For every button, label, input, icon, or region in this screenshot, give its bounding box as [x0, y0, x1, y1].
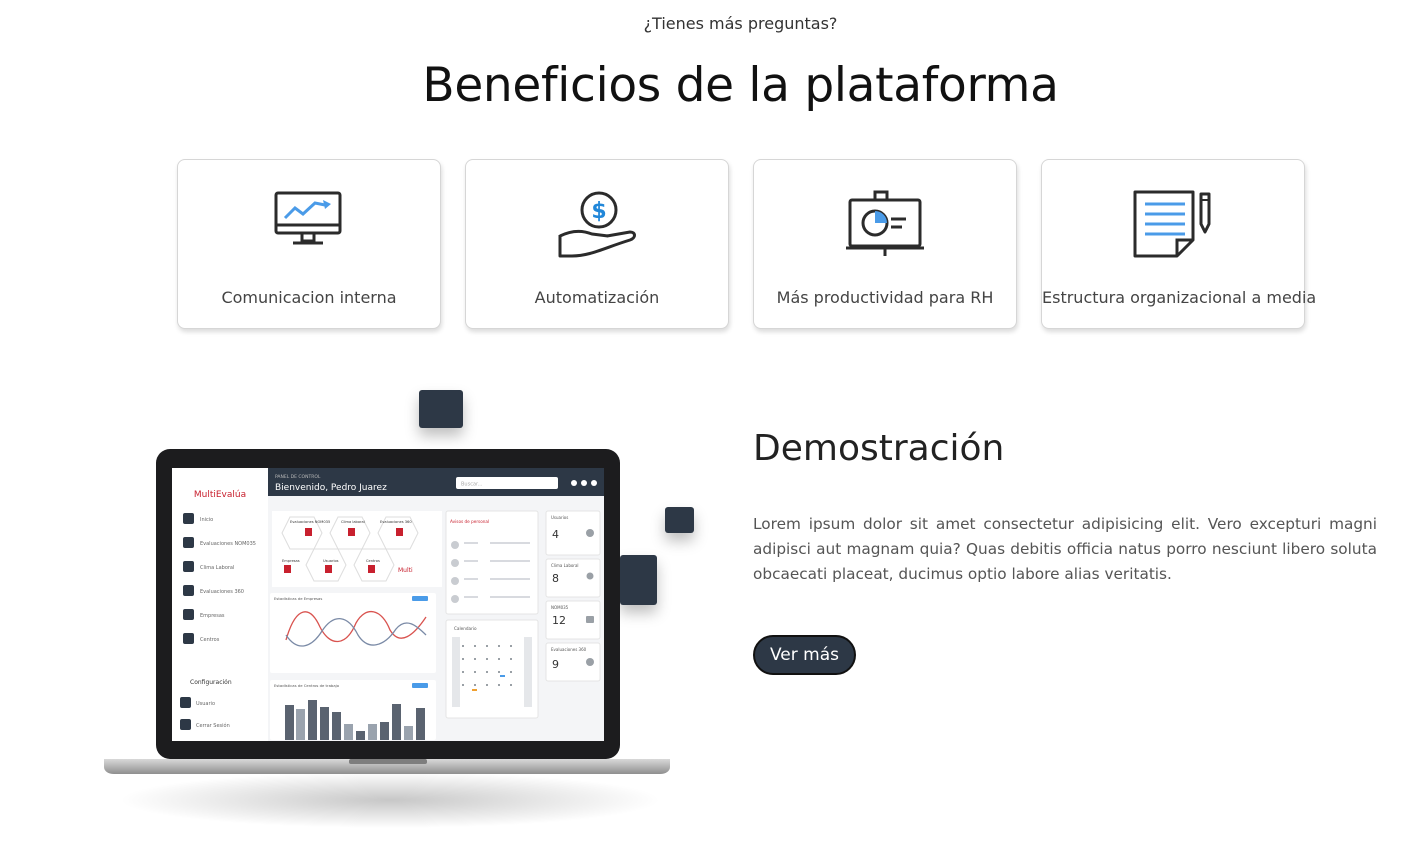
dashboard-stat-value: 4 [552, 528, 559, 541]
dashboard-config-item: Cerrar Sesión [196, 722, 230, 729]
benefit-card-automatizacion: $ Automatización [465, 159, 729, 329]
dashboard-notices-title: Avisos de personal [450, 519, 489, 524]
dashboard-stat-label: Usuarios [551, 515, 568, 520]
benefit-card-estructura: Estructura organizacional a media [1041, 159, 1317, 329]
pre-title: ¿Tienes más preguntas? [643, 14, 838, 33]
dashboard-sidebar-item: Inicio [200, 517, 213, 523]
demo-title: Demostración [753, 428, 1005, 469]
benefit-label: Comunicacion interna [221, 288, 397, 307]
benefits-grid: Comunicacion interna $ Automatización Má… [177, 159, 1317, 329]
svg-text:Multi: Multi [398, 567, 413, 574]
dashboard-search: Buscar... [461, 482, 483, 488]
dashboard-stat-label: Clima Laboral [551, 563, 579, 568]
dashboard-hex-label: Empresas [282, 559, 300, 563]
dashboard-stat-label: NOM035 [551, 605, 569, 610]
dashboard-chart2-title: Estadísticas de Centros de trabajo [274, 683, 340, 688]
demo-description: Lorem ipsum dolor sit amet consectetur a… [753, 515, 1377, 583]
dashboard-chart1-title: Estadísticas de Empresas [274, 596, 322, 601]
dashboard-stat-label: Evaluaciones 360 [551, 647, 587, 652]
benefit-card-productividad: Más productividad para RH [753, 159, 1017, 329]
benefit-label: Automatización [534, 288, 660, 307]
dashboard-calendar-title: Calendario [454, 626, 477, 631]
dashboard-sidebar-item: Clima Laboral [200, 565, 234, 571]
dashboard-hex-label: Evaluaciones 360 [380, 520, 412, 524]
dashboard-sidebar-item: Centros [200, 637, 220, 643]
dashboard-config-item: Usuario [196, 701, 215, 707]
dashboard-stat-value: 8 [552, 572, 559, 585]
dashboard-sidebar-item: Empresas [200, 613, 225, 619]
dashboard-hex-label: Evaluaciones NOM035 [290, 520, 330, 524]
dashboard-logo: MultiEvalúa [194, 490, 246, 500]
benefit-card-comunicacion: Comunicacion interna [177, 159, 441, 329]
dashboard-config-label: Configuración [190, 679, 232, 686]
monitor-chart-icon [178, 190, 440, 260]
ver-mas-button[interactable]: Ver más [753, 635, 856, 675]
dashboard-hex-label: Clima laboral [341, 520, 365, 524]
dashboard-hex-label: Centros [366, 559, 380, 563]
dashboard-stat-value: 9 [552, 658, 559, 671]
hand-money-icon: $ [466, 190, 728, 260]
dashboard-sidebar-item: Evaluaciones NOM035 [200, 541, 256, 547]
dashboard-panel-label: PANEL DE CONTROL [275, 474, 321, 480]
dashboard-sidebar-item: Evaluaciones 360 [200, 589, 244, 595]
document-pen-icon [1042, 190, 1304, 260]
benefit-label: Más productividad para RH [776, 288, 994, 307]
dashboard-welcome: Bienvenido, Pedro Juarez [275, 483, 387, 493]
laptop-illustration: MultiEvalúa Inicio Evaluaciones NOM035 C… [100, 385, 700, 835]
laptop-svg: MultiEvalúa Inicio Evaluaciones NOM035 C… [104, 449, 670, 828]
dashboard-stat-value: 12 [552, 614, 566, 627]
dashboard-hex-label: Usuarios [323, 559, 339, 563]
svg-text:$: $ [591, 199, 606, 224]
presentation-board-icon [754, 190, 1016, 260]
benefit-label: Estructura organizacional a media [1042, 288, 1317, 307]
section-title: Beneficios de la plataforma [422, 58, 1059, 113]
